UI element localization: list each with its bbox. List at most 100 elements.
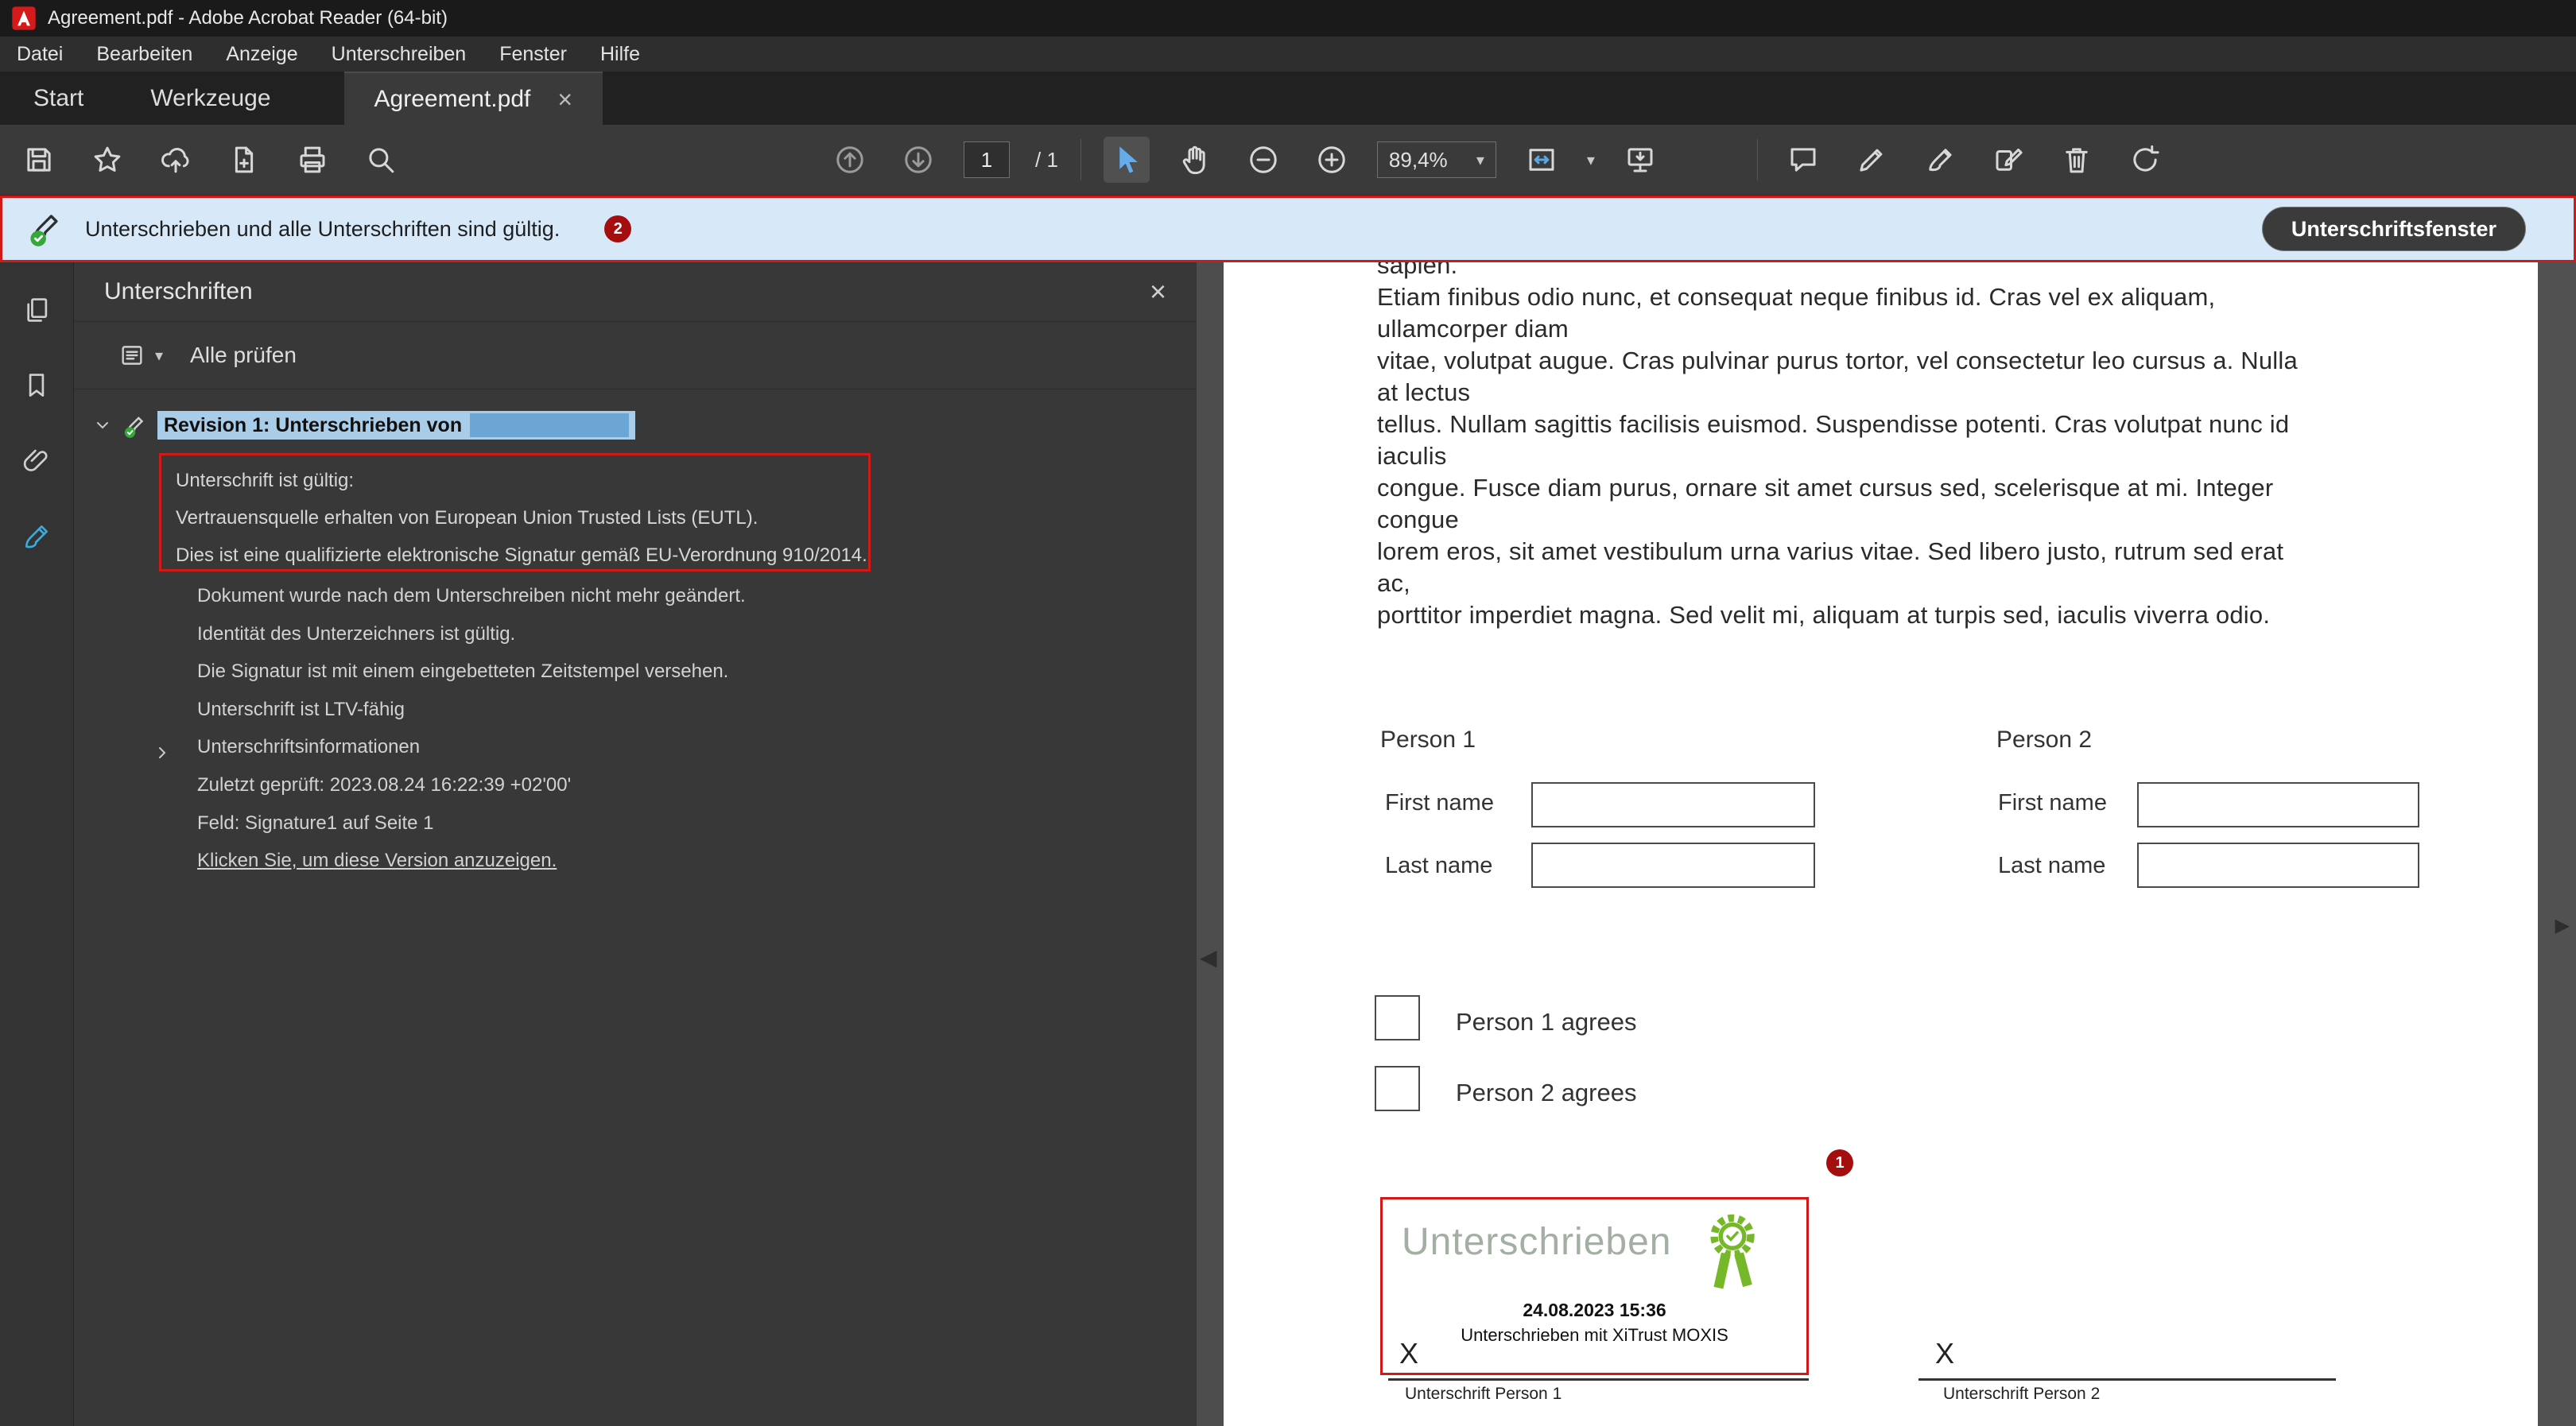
menu-unterschreiben[interactable]: Unterschreiben xyxy=(315,37,483,72)
page-display-button[interactable] xyxy=(1519,137,1565,183)
person2-heading: Person 2 xyxy=(1996,727,2092,754)
detail-item: Dokument wurde nach dem Unterschreiben n… xyxy=(197,577,746,615)
export-pdf-button[interactable] xyxy=(221,137,267,183)
document-area: ◀ sapien. Etiam finibus odio nunc, et co… xyxy=(1197,262,2576,1426)
tabbar: Start Werkzeuge Agreement.pdf × xyxy=(0,72,2576,125)
tab-document-label: Agreement.pdf xyxy=(374,86,531,113)
tab-close-icon[interactable]: × xyxy=(557,87,572,112)
info-toggle-label: Unterschriftsinformationen xyxy=(197,736,420,758)
signature-details: Dokument wurde nach dem Unterschreiben n… xyxy=(197,577,746,880)
person1-first-name-input[interactable] xyxy=(1531,782,1815,827)
read-mode-button[interactable] xyxy=(1617,137,1663,183)
save-icon xyxy=(22,143,56,176)
signature-notification-bar: Unterschrieben und alle Unterschriften s… xyxy=(0,196,2576,262)
comment-button[interactable] xyxy=(1780,137,1826,183)
panel-header: Unterschriften × xyxy=(74,262,1197,322)
signature-panel-button[interactable]: Unterschriftsfenster xyxy=(2262,207,2526,251)
menu-hilfe[interactable]: Hilfe xyxy=(584,37,657,72)
scrollbar-track[interactable] xyxy=(2538,262,2576,1426)
menu-anzeige[interactable]: Anzeige xyxy=(209,37,314,72)
validate-all-label: Alle prüfen xyxy=(190,343,297,368)
titlebar: Agreement.pdf - Adobe Acrobat Reader (64… xyxy=(0,0,2576,37)
panel-collapse-handle[interactable]: ◀ xyxy=(1200,944,1217,971)
checklist-icon xyxy=(118,342,145,369)
arrow-up-circle-icon xyxy=(833,143,867,176)
zoom-level-dropdown[interactable]: 89,4% ▾ xyxy=(1377,141,1496,178)
validate-all-row[interactable]: ▾ Alle prüfen xyxy=(74,322,1197,389)
favorite-button[interactable] xyxy=(84,137,130,183)
toolbar-annotate-group xyxy=(1757,125,2168,195)
hand-tool-button[interactable] xyxy=(1172,137,1218,183)
signature-info-toggle[interactable]: Unterschriftsinformationen xyxy=(197,728,746,766)
rosette-seal-icon xyxy=(1693,1211,1772,1300)
print-button[interactable] xyxy=(289,137,336,183)
content-area: Unterschriften × ▾ Alle prüfen Revision … xyxy=(0,262,2576,1426)
bookmarks-button[interactable] xyxy=(0,347,74,423)
annotation-badge-1: 1 xyxy=(1826,1149,1853,1176)
tab-start[interactable]: Start xyxy=(0,72,117,125)
pdf-paragraph: sapien. Etiam finibus odio nunc, et cons… xyxy=(1377,262,2506,631)
page-thumbnails-button[interactable] xyxy=(0,272,74,347)
right-panel-expand-handle[interactable]: ▶ xyxy=(2555,914,2570,937)
plus-circle-icon xyxy=(1315,143,1348,176)
person2-last-name-input[interactable] xyxy=(2137,843,2419,888)
annotation-badge-2: 2 xyxy=(604,215,631,242)
next-page-button[interactable] xyxy=(895,137,941,183)
fill-sign-button[interactable] xyxy=(1985,137,2031,183)
signature2-x-mark: X xyxy=(1935,1337,1954,1370)
find-button[interactable] xyxy=(358,137,404,183)
person2-agree-checkbox[interactable] xyxy=(1375,1066,1420,1111)
revision-highlight: Revision 1: Unterschrieben von xyxy=(157,411,635,440)
previous-page-button[interactable] xyxy=(827,137,873,183)
signatures-panel-button[interactable] xyxy=(0,498,74,574)
person2-agree-label: Person 2 agrees xyxy=(1456,1079,1636,1107)
hand-icon xyxy=(1178,143,1212,176)
minus-circle-icon xyxy=(1247,143,1280,176)
person2-first-name-input[interactable] xyxy=(2137,782,2419,827)
tab-document[interactable]: Agreement.pdf × xyxy=(344,72,603,125)
star-icon xyxy=(91,143,124,176)
pages-icon xyxy=(21,295,52,325)
person2-first-name-label: First name xyxy=(1998,790,2107,816)
person1-last-name-label: Last name xyxy=(1385,853,1492,879)
sign-button[interactable] xyxy=(1917,137,1963,183)
person1-last-name-input[interactable] xyxy=(1531,843,1815,888)
revision-label: Revision 1: Unterschrieben von xyxy=(164,414,462,437)
stamp-word: Unterschrieben xyxy=(1402,1220,1672,1264)
chevron-down-icon[interactable] xyxy=(93,416,112,439)
select-tool-button[interactable] xyxy=(1104,137,1150,183)
view-version-link[interactable]: Klicken Sie, um diese Version anzuzeigen… xyxy=(197,842,746,880)
file-plus-icon xyxy=(227,143,261,176)
toolbar-separator xyxy=(1757,139,1758,180)
delete-button[interactable] xyxy=(2054,137,2100,183)
panel-close-icon[interactable]: × xyxy=(1150,277,1166,306)
pencil-icon xyxy=(1855,143,1888,176)
zoom-in-button[interactable] xyxy=(1309,137,1355,183)
pen-field-icon xyxy=(1992,143,2025,176)
menu-bearbeiten[interactable]: Bearbeiten xyxy=(80,37,209,72)
chevron-down-icon[interactable]: ▾ xyxy=(1587,150,1595,170)
save-button[interactable] xyxy=(16,137,62,183)
page-number-input[interactable]: 1 xyxy=(964,141,1010,178)
attachments-button[interactable] xyxy=(0,423,74,498)
tab-werkzeuge[interactable]: Werkzeuge xyxy=(117,72,304,125)
rotate-button[interactable] xyxy=(2122,137,2168,183)
printer-icon xyxy=(296,143,329,176)
menu-fenster[interactable]: Fenster xyxy=(483,37,584,72)
signature-check-icon xyxy=(120,409,152,445)
signature-stamp-annotation[interactable]: Unterschrieben 24.08.2023 15:36 Untersch… xyxy=(1380,1197,1809,1375)
signature1-line xyxy=(1388,1378,1809,1381)
signature1-x-mark: X xyxy=(1399,1337,1418,1370)
signature1-label: Unterschrift Person 1 xyxy=(1405,1385,1562,1404)
highlight-button[interactable] xyxy=(1849,137,1895,183)
panel-title: Unterschriften xyxy=(104,278,253,305)
last-checked-text: Zuletzt geprüft: 2023.08.24 16:22:39 +02… xyxy=(197,766,746,804)
person2-last-name-label: Last name xyxy=(1998,853,2105,879)
person1-agree-checkbox[interactable] xyxy=(1375,995,1420,1040)
zoom-out-button[interactable] xyxy=(1240,137,1286,183)
search-icon xyxy=(364,143,398,176)
menu-datei[interactable]: Datei xyxy=(0,37,80,72)
bookmark-icon xyxy=(21,370,52,401)
window-title: Agreement.pdf - Adobe Acrobat Reader (64… xyxy=(48,7,448,29)
share-cloud-button[interactable] xyxy=(153,137,199,183)
